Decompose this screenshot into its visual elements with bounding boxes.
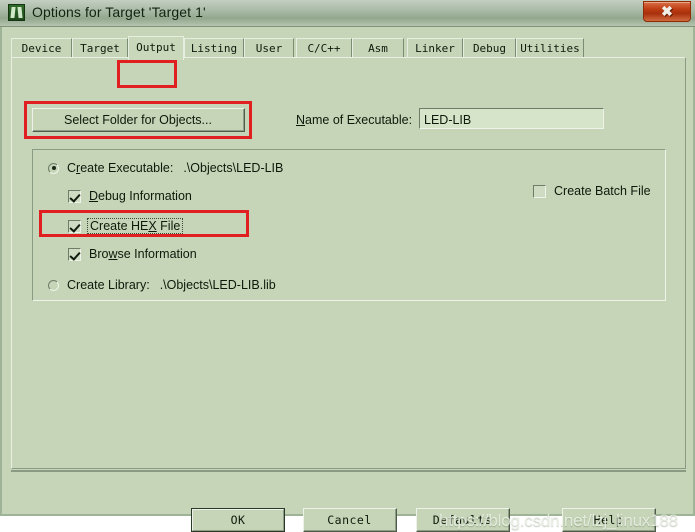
close-button[interactable]: ✖ (643, 1, 691, 22)
tab-strip: Device Target Output Listing User C/C++ … (11, 36, 685, 60)
debug-information-option[interactable]: Debug Information (68, 189, 192, 203)
tab-asm[interactable]: Asm (352, 38, 404, 58)
tab-debug[interactable]: Debug (463, 38, 516, 58)
cancel-label: Cancel (327, 512, 372, 527)
select-folder-for-objects-button[interactable]: Select Folder for Objects... (32, 108, 245, 132)
window-title: Options for Target 'Target 1' (32, 4, 206, 20)
select-folder-label: Select Folder for Objects... (64, 112, 212, 127)
debug-information-checkbox[interactable] (68, 189, 81, 203)
tab-c-cpp[interactable]: C/C++ (296, 38, 352, 58)
create-hex-file-option[interactable]: Create HEX File (68, 218, 184, 234)
cancel-button[interactable]: Cancel (303, 508, 397, 532)
tab-output[interactable]: Output (128, 36, 184, 60)
create-hex-file-checkbox[interactable] (68, 219, 81, 233)
create-executable-option[interactable]: Create Executable: .\Objects\LED-LIB (48, 161, 283, 175)
title-bar: Options for Target 'Target 1' ✖ (0, 0, 695, 27)
dialog-body: Device Target Output Listing User C/C++ … (0, 27, 695, 532)
close-icon: ✖ (661, 3, 673, 19)
tab-linker[interactable]: Linker (407, 38, 463, 58)
debug-information-label: Debug Information (89, 189, 192, 203)
create-library-path: .\Objects\LED-LIB.lib (159, 278, 276, 292)
tab-listing[interactable]: Listing (184, 38, 244, 58)
help-button[interactable]: Help (562, 508, 656, 532)
ok-button[interactable]: OK (191, 508, 285, 532)
create-executable-label: Create Executable: (67, 161, 174, 175)
options-dialog-window: Options for Target 'Target 1' ✖ Device T… (0, 0, 695, 532)
create-hex-file-label: Create HEX File (87, 218, 184, 234)
browse-information-label: Browse Information (89, 247, 197, 261)
create-executable-radio[interactable] (48, 162, 59, 174)
help-label: Help (593, 512, 624, 527)
tab-utilities[interactable]: Utilities (516, 38, 584, 58)
name-of-executable-label: Name of Executable: (296, 113, 413, 127)
create-executable-path: .\Objects\LED-LIB (183, 161, 284, 175)
create-library-radio[interactable] (48, 279, 59, 291)
create-library-option[interactable]: Create Library: .\Objects\LED-LIB.lib (48, 278, 276, 292)
name-of-executable-input[interactable] (419, 108, 604, 129)
tab-device[interactable]: Device (11, 38, 72, 58)
bottom-divider (11, 470, 686, 472)
defaults-button[interactable]: Defaults (416, 508, 510, 532)
create-library-label: Create Library: (67, 278, 150, 292)
keil-uvision-icon (8, 4, 25, 21)
browse-information-option[interactable]: Browse Information (68, 247, 197, 261)
defaults-label: Defaults (432, 512, 493, 527)
tab-user[interactable]: User (244, 38, 294, 58)
tab-target[interactable]: Target (72, 38, 128, 58)
browse-information-checkbox[interactable] (68, 247, 81, 261)
ok-label: OK (230, 513, 246, 527)
